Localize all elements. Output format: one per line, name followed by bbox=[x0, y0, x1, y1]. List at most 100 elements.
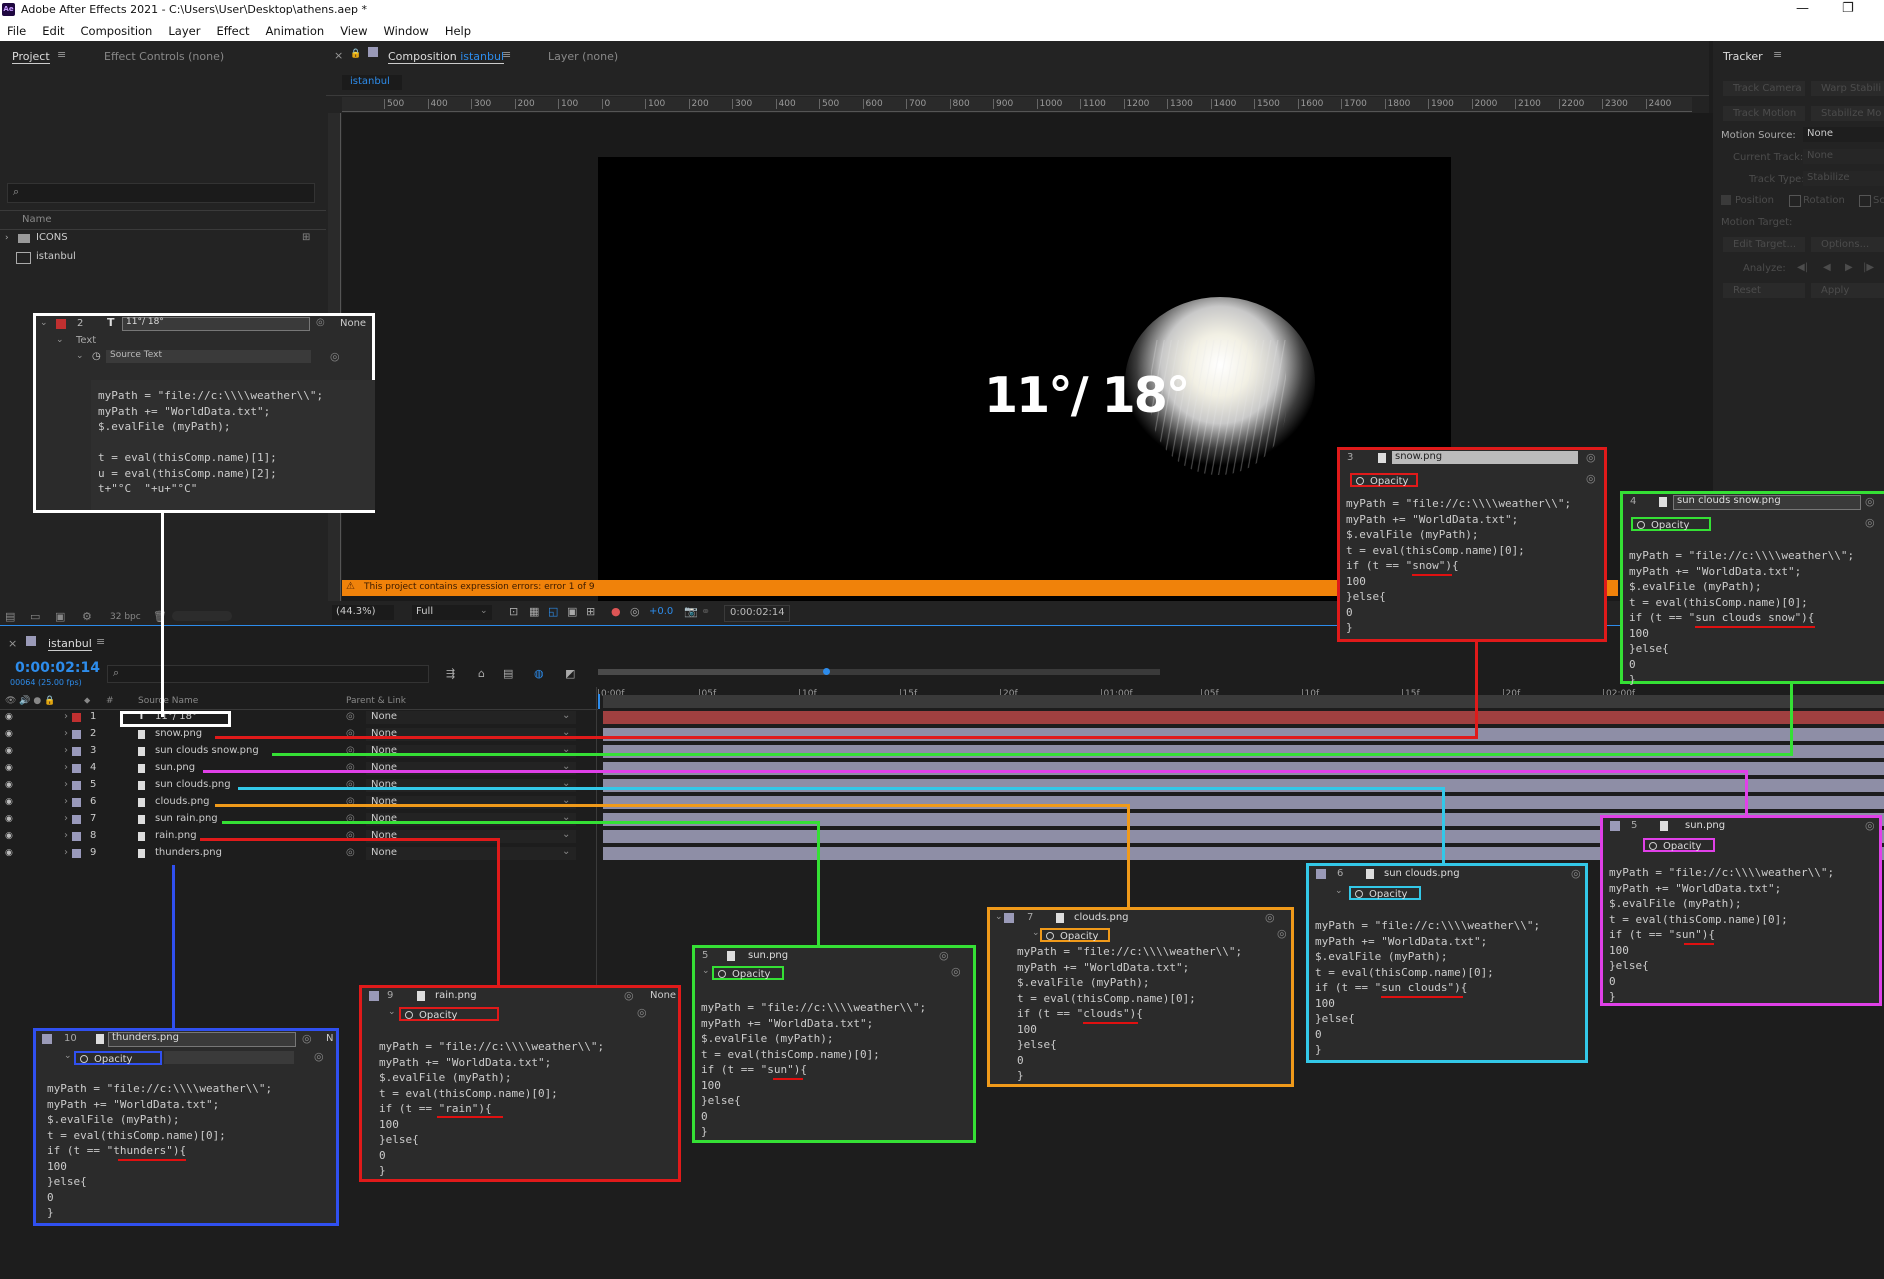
menu-layer[interactable]: Layer bbox=[168, 24, 200, 38]
chevron-down-icon[interactable]: ⌄ bbox=[56, 335, 64, 345]
pickwhip-icon[interactable]: ◎ bbox=[1865, 516, 1875, 529]
new-comp-icon[interactable]: ▣ bbox=[55, 610, 65, 623]
pickwhip-icon[interactable]: ◎ bbox=[316, 317, 325, 328]
expand-icon[interactable]: › bbox=[5, 233, 9, 243]
show-snapshot-icon[interactable]: ⚭ bbox=[701, 605, 710, 618]
layer-name-field[interactable]: snow.png bbox=[1392, 451, 1578, 464]
source-text-property[interactable]: Source Text bbox=[106, 350, 311, 363]
panel-menu-icon[interactable]: ≡ bbox=[502, 48, 511, 61]
exposure-value[interactable]: +0.0 bbox=[649, 606, 673, 617]
flowchart-icon[interactable]: ⊞ bbox=[302, 232, 310, 243]
source-name-header[interactable]: Source Name bbox=[138, 696, 198, 706]
pickwhip-icon[interactable]: ◎ bbox=[346, 711, 355, 722]
panel-menu-icon[interactable]: ≡ bbox=[96, 635, 105, 648]
expand-chevron-icon[interactable]: › bbox=[64, 779, 68, 790]
layer-duration-bar[interactable] bbox=[603, 762, 1884, 775]
opacity-property[interactable]: Opacity bbox=[1643, 838, 1715, 852]
visibility-eye-icon[interactable]: ◉ bbox=[5, 848, 15, 858]
parent-dropdown[interactable]: None ⌄ bbox=[366, 710, 576, 724]
current-track-dropdown[interactable]: None bbox=[1803, 149, 1884, 164]
adjust-icon[interactable]: ⚙ bbox=[82, 610, 92, 623]
playhead[interactable] bbox=[598, 694, 600, 709]
parent-dropdown[interactable]: None ⌄ bbox=[366, 846, 576, 860]
reset-exposure-icon[interactable]: ◎ bbox=[630, 605, 640, 618]
menu-window[interactable]: Window bbox=[383, 24, 428, 38]
scale-checkbox[interactable] bbox=[1859, 195, 1871, 207]
layer-name[interactable]: sun clouds.png bbox=[155, 779, 231, 790]
layer-search-input[interactable]: ⌕ bbox=[107, 665, 429, 683]
pickwhip-icon[interactable]: ◎ bbox=[1265, 911, 1275, 924]
label-color-swatch[interactable] bbox=[72, 730, 81, 739]
layer-row[interactable]: ◉ › 2 snow.png ◎ None ⌄ bbox=[0, 727, 576, 742]
layer-name[interactable]: sun rain.png bbox=[155, 813, 218, 824]
chevron-down-icon[interactable]: ⌄ bbox=[995, 912, 1003, 922]
layer-name[interactable]: thunders.png bbox=[155, 847, 222, 858]
project-item-icons[interactable]: ICONS bbox=[36, 232, 68, 243]
label-color-swatch[interactable] bbox=[72, 849, 81, 858]
parent-link-header[interactable]: Parent & Link bbox=[346, 696, 406, 706]
label-icon[interactable]: ⬥ bbox=[84, 696, 90, 706]
menu-effect[interactable]: Effect bbox=[216, 24, 249, 38]
apply-button[interactable]: Apply bbox=[1811, 283, 1884, 298]
project-search-input[interactable]: ⌕ bbox=[7, 183, 315, 203]
label-color-swatch[interactable] bbox=[72, 781, 81, 790]
current-time-display[interactable]: 0:00:02:14 bbox=[15, 660, 100, 676]
motion-source-dropdown[interactable]: None bbox=[1803, 127, 1884, 142]
layer-duration-bar[interactable] bbox=[603, 711, 1884, 724]
layer-duration-bar[interactable] bbox=[603, 728, 1884, 741]
track-motion-button[interactable]: Track Motion bbox=[1723, 106, 1805, 121]
minimize-icon[interactable]: — bbox=[1796, 1, 1809, 16]
layer-name[interactable]: rain.png bbox=[155, 830, 197, 841]
layer-row[interactable]: ◉ › 5 sun clouds.png ◎ None ⌄ bbox=[0, 778, 576, 793]
interpret-footage-icon[interactable]: ▤ bbox=[5, 610, 15, 623]
expand-chevron-icon[interactable]: › bbox=[64, 796, 68, 807]
grid-guides-icon[interactable]: ▣ bbox=[567, 605, 577, 618]
layer-name[interactable]: snow.png bbox=[155, 728, 202, 739]
label-color-swatch[interactable] bbox=[72, 747, 81, 756]
composition-canvas[interactable]: 11°/ 18° bbox=[598, 157, 1451, 619]
pickwhip-icon[interactable]: ◎ bbox=[1865, 495, 1875, 508]
menu-view[interactable]: View bbox=[340, 24, 367, 38]
visibility-eye-icon[interactable]: ◉ bbox=[5, 746, 15, 756]
opacity-property[interactable]: Opacity bbox=[1349, 886, 1421, 900]
parent-dropdown[interactable]: None ⌄ bbox=[366, 778, 576, 792]
options-button[interactable]: Options... bbox=[1811, 237, 1884, 252]
expand-chevron-icon[interactable]: › bbox=[64, 728, 68, 739]
chevron-down-icon[interactable]: ⌄ bbox=[40, 318, 48, 328]
panel-menu-icon[interactable]: ≡ bbox=[1773, 48, 1782, 61]
menu-edit[interactable]: Edit bbox=[42, 24, 64, 38]
layer-row[interactable]: ◉ › 4 sun.png ◎ None ⌄ bbox=[0, 761, 576, 776]
analyze-next-icon[interactable]: |▶ bbox=[1863, 262, 1874, 273]
layer-name-field[interactable]: 11°/ 18° bbox=[122, 317, 310, 331]
label-color-swatch[interactable] bbox=[72, 815, 81, 824]
panel-menu-icon[interactable]: ≡ bbox=[57, 48, 66, 61]
close-tab-icon[interactable]: × bbox=[334, 49, 343, 62]
chevron-down-icon[interactable]: ⌄ bbox=[76, 351, 84, 361]
parent-value[interactable]: None bbox=[650, 990, 676, 1001]
stopwatch-icon[interactable]: ◷ bbox=[92, 351, 101, 362]
warp-stabilizer-button[interactable]: Warp Stabili bbox=[1811, 81, 1884, 96]
chevron-down-icon[interactable]: ⌄ bbox=[1032, 928, 1040, 938]
parent-value[interactable]: None bbox=[340, 318, 366, 329]
region-of-interest-icon[interactable]: ⊡ bbox=[509, 605, 518, 618]
menu-help[interactable]: Help bbox=[445, 24, 471, 38]
opacity-property[interactable]: Opacity bbox=[1040, 928, 1110, 942]
label-color-swatch[interactable] bbox=[72, 713, 81, 722]
opacity-property[interactable]: Opacity bbox=[399, 1007, 499, 1021]
comp-flowchart-icon[interactable]: ⇶ bbox=[446, 667, 455, 680]
reset-button[interactable]: Reset bbox=[1723, 283, 1805, 298]
pickwhip-icon[interactable]: ◎ bbox=[1277, 927, 1287, 940]
tab-project[interactable]: Project bbox=[12, 50, 50, 64]
visibility-eye-icon[interactable]: ◉ bbox=[5, 729, 15, 739]
column-name[interactable]: Name bbox=[22, 214, 52, 225]
av-features-icon[interactable]: 👁 🔊 ● 🔒 bbox=[5, 696, 55, 706]
opacity-property[interactable]: Opacity bbox=[74, 1051, 162, 1065]
pickwhip-icon[interactable]: ◎ bbox=[637, 1006, 647, 1019]
pickwhip-icon[interactable]: ◎ bbox=[330, 350, 340, 363]
motion-blur-icon[interactable]: ◍ bbox=[534, 667, 544, 680]
layer-name-field[interactable]: thunders.png bbox=[108, 1032, 296, 1047]
visibility-eye-icon[interactable]: ◉ bbox=[5, 831, 15, 841]
opacity-property[interactable]: Opacity bbox=[1350, 473, 1418, 487]
layer-name[interactable]: sun clouds snow.png bbox=[155, 745, 259, 756]
close-error-icon[interactable]: ✕ bbox=[1605, 578, 1618, 597]
